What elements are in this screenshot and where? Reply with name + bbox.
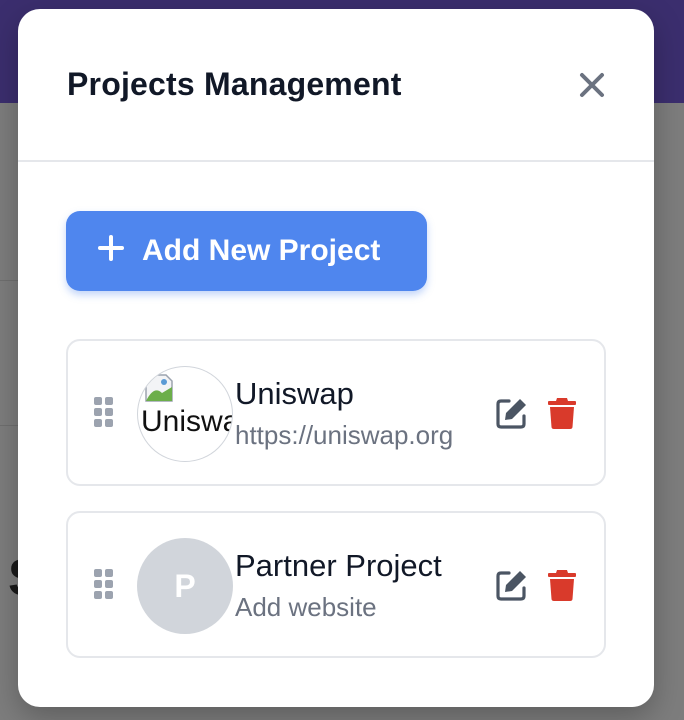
projects-modal: Projects Management Add New Project Unis… bbox=[18, 9, 654, 707]
modal-header: Projects Management bbox=[18, 9, 654, 162]
project-info: Uniswap https://uniswap.org bbox=[235, 374, 453, 453]
edit-button[interactable] bbox=[494, 395, 530, 431]
project-card: Uniswap Uniswap https://uniswap.org bbox=[66, 339, 606, 486]
project-website[interactable]: https://uniswap.org bbox=[235, 417, 453, 453]
edit-icon bbox=[496, 399, 526, 429]
close-button[interactable] bbox=[574, 67, 610, 103]
edit-icon bbox=[496, 571, 526, 601]
plus-icon bbox=[98, 233, 124, 267]
project-actions bbox=[494, 567, 580, 603]
project-logo: P bbox=[137, 538, 233, 634]
project-logo: Uniswap bbox=[137, 366, 233, 462]
add-new-project-label: Add New Project bbox=[142, 234, 381, 267]
project-info: Partner Project Add website bbox=[235, 546, 442, 625]
drag-handle-icon[interactable] bbox=[94, 397, 114, 427]
drag-handle-icon[interactable] bbox=[94, 569, 114, 599]
add-website-link[interactable]: Add website bbox=[235, 589, 442, 625]
project-card: P Partner Project Add website bbox=[66, 511, 606, 658]
project-actions bbox=[494, 395, 580, 431]
delete-button[interactable] bbox=[544, 567, 580, 603]
close-icon bbox=[580, 72, 604, 97]
trash-icon bbox=[548, 398, 576, 429]
broken-image-icon bbox=[145, 374, 173, 402]
delete-button[interactable] bbox=[544, 395, 580, 431]
project-name: Partner Project bbox=[235, 548, 442, 583]
edit-button[interactable] bbox=[494, 567, 530, 603]
logo-alt-text: Uniswap bbox=[141, 405, 232, 438]
project-initial: P bbox=[174, 567, 196, 604]
add-new-project-button[interactable]: Add New Project bbox=[66, 211, 427, 291]
project-name: Uniswap bbox=[235, 376, 354, 411]
modal-title: Projects Management bbox=[67, 66, 402, 102]
trash-icon bbox=[548, 570, 576, 601]
